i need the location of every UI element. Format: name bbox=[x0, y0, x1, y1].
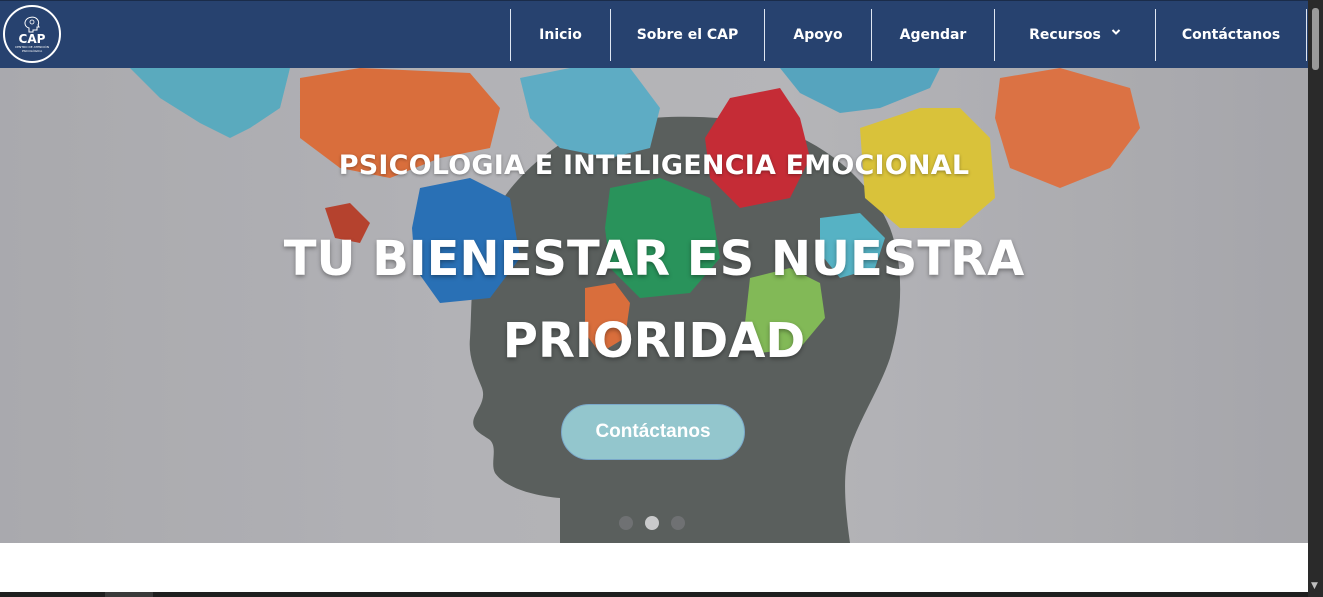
nav-label: Apoyo bbox=[793, 27, 843, 43]
nav-label: Inicio bbox=[539, 27, 582, 43]
carousel-dot-3[interactable] bbox=[671, 516, 685, 530]
top-navbar: CAP CENTRO DE ATENCIÓN PSICOLÓGICA Inici… bbox=[0, 0, 1308, 68]
hero-carousel: PSICOLOGIA E INTELIGENCIA EMOCIONAL TU B… bbox=[0, 68, 1308, 543]
carousel-indicators bbox=[619, 516, 685, 530]
scrollbar-thumb[interactable] bbox=[1312, 8, 1319, 70]
carousel-dot-1[interactable] bbox=[619, 516, 633, 530]
nav-label: Agendar bbox=[899, 27, 967, 43]
main-nav: Inicio Sobre el CAP Apoyo Agendar Recurs… bbox=[510, 9, 1307, 61]
nav-item-apoyo[interactable]: Apoyo bbox=[764, 9, 871, 61]
head-brain-icon bbox=[24, 16, 40, 32]
logo-text: CAP bbox=[18, 31, 46, 46]
nav-item-agendar[interactable]: Agendar bbox=[871, 9, 994, 61]
scroll-down-arrow-icon[interactable]: ▼ bbox=[1311, 581, 1318, 591]
nav-item-recursos[interactable]: Recursos bbox=[994, 9, 1155, 61]
hero-headline: TU BIENESTAR ES NUESTRA PRIORIDAD bbox=[283, 231, 1025, 369]
cap-logo[interactable]: CAP CENTRO DE ATENCIÓN PSICOLÓGICA bbox=[3, 5, 61, 63]
nav-label: Sobre el CAP bbox=[636, 27, 739, 43]
nav-item-sobre-el-cap[interactable]: Sobre el CAP bbox=[610, 9, 764, 61]
nav-label: Contáctanos bbox=[1181, 27, 1281, 43]
carousel-dot-2[interactable] bbox=[645, 516, 659, 530]
contact-cta-button[interactable]: Contáctanos bbox=[561, 404, 745, 460]
hero-subtitle: PSICOLOGIA E INTELIGENCIA EMOCIONAL bbox=[338, 150, 970, 181]
bottom-bar bbox=[0, 592, 1308, 597]
nav-item-inicio[interactable]: Inicio bbox=[510, 9, 610, 61]
logo-subtext: CENTRO DE ATENCIÓN PSICOLÓGICA bbox=[14, 44, 49, 53]
page-scrollbar[interactable]: ▼ bbox=[1308, 0, 1323, 597]
bottom-bar-segment bbox=[105, 592, 153, 597]
nav-item-contactanos[interactable]: Contáctanos bbox=[1155, 9, 1307, 61]
nav-label: Recursos bbox=[1029, 27, 1101, 43]
chevron-down-icon bbox=[1111, 29, 1121, 35]
